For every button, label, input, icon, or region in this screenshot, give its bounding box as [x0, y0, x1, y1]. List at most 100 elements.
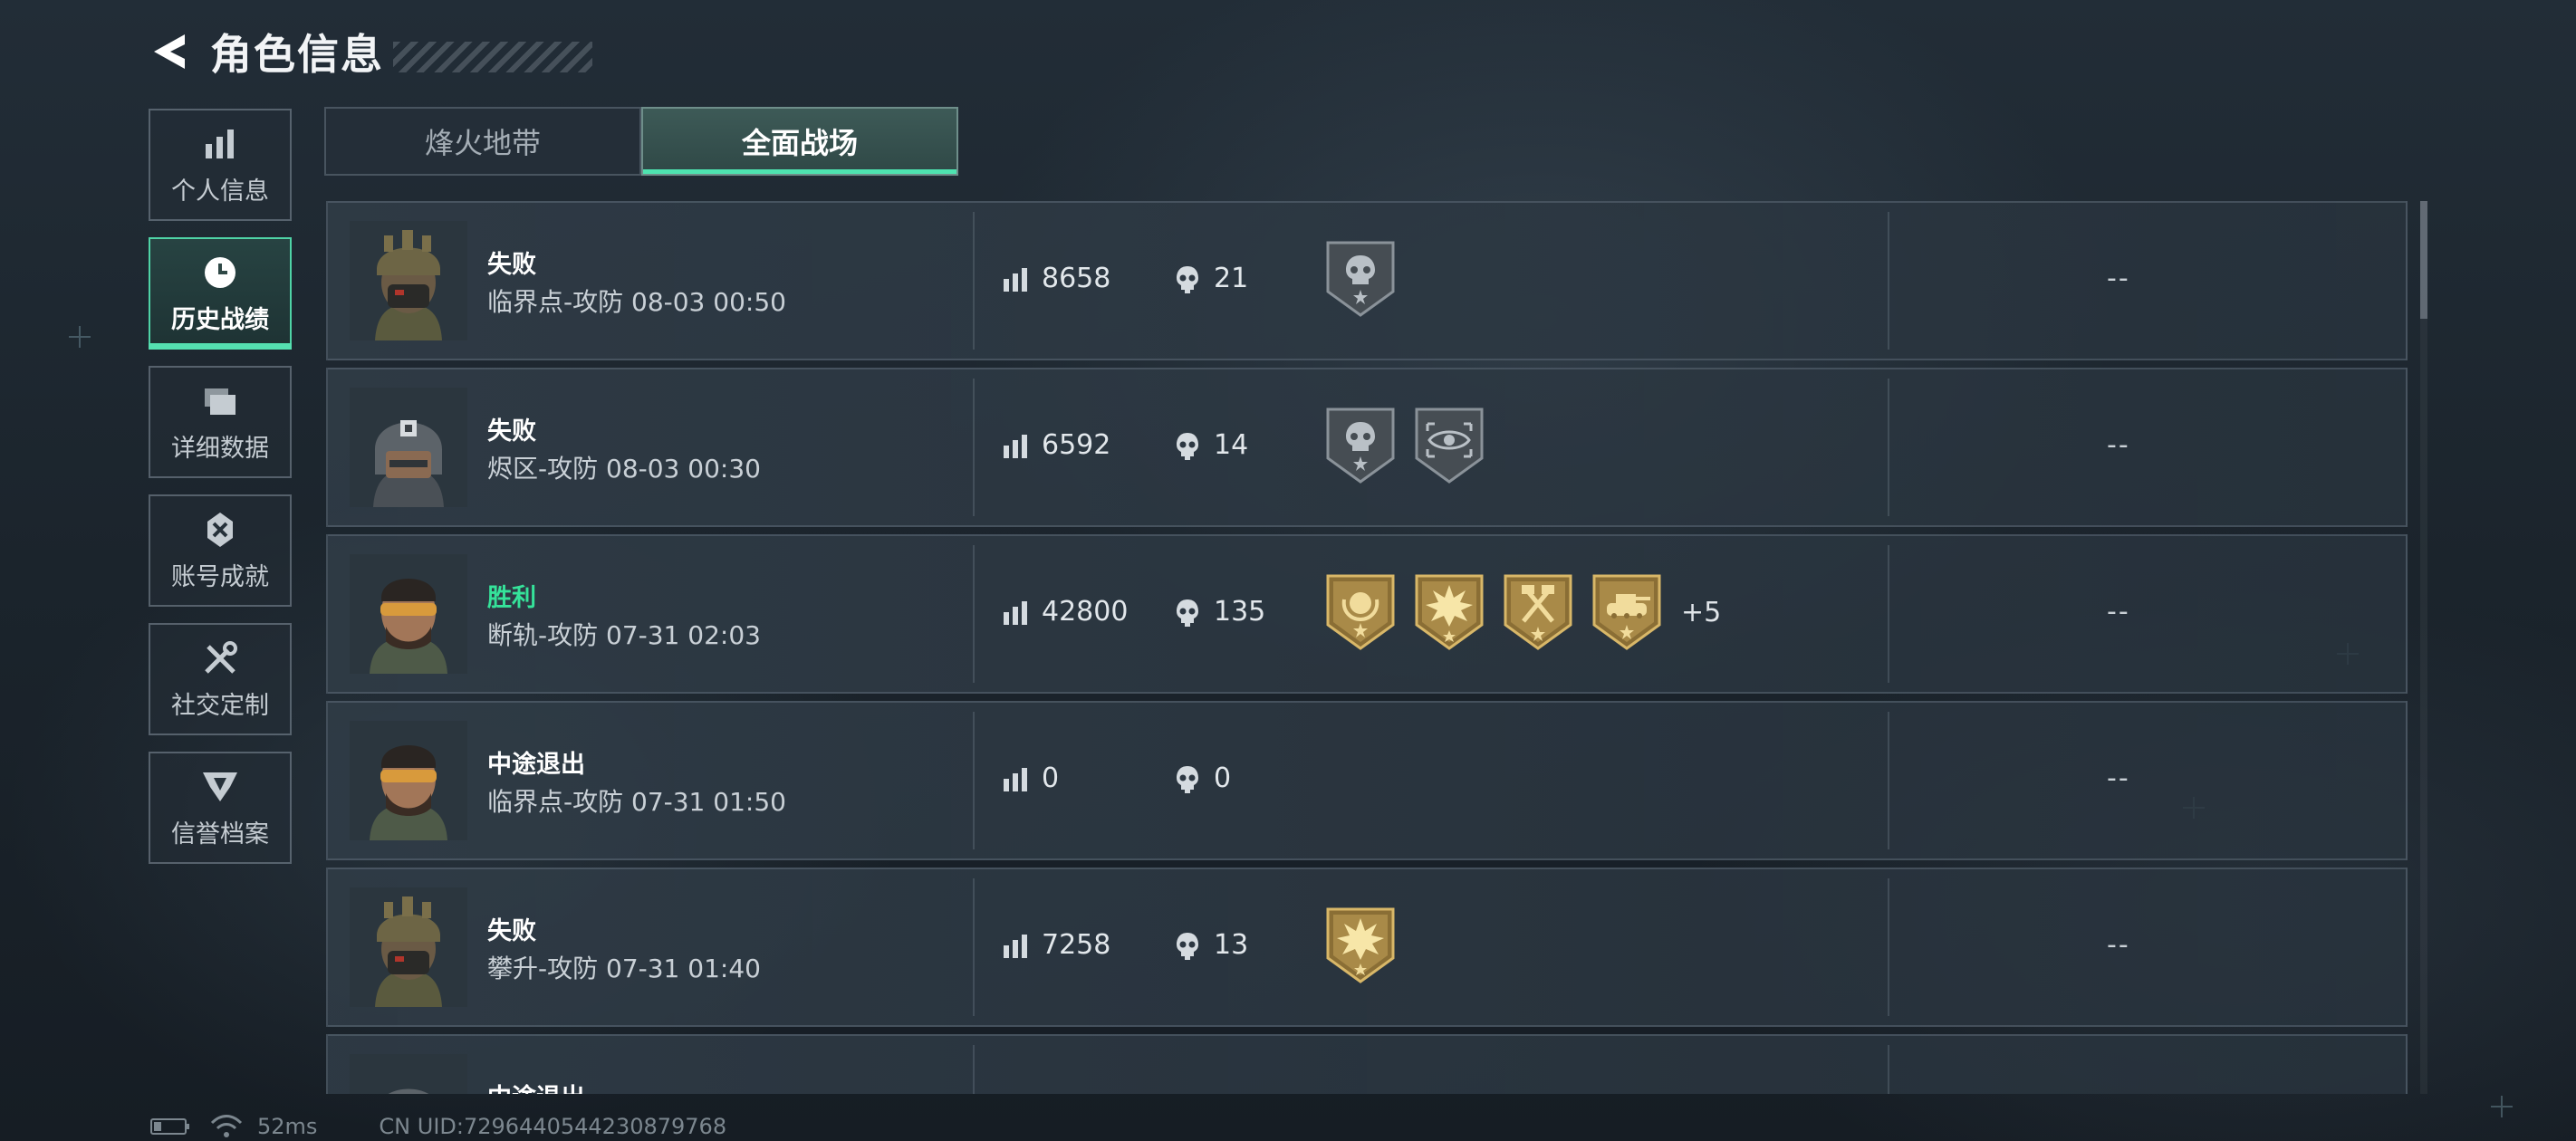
- kills-skull-icon: [1174, 264, 1201, 295]
- sidebar-item-achievements[interactable]: 账号成就: [149, 494, 292, 607]
- operator-avatar: [350, 554, 467, 674]
- sidebar-item-personal-info[interactable]: 个人信息: [149, 109, 292, 221]
- kills-skull-icon: [1174, 931, 1201, 962]
- match-row[interactable]: 失败 临界点-攻防 08-03 00:50 8658 21 --: [326, 201, 2408, 360]
- match-row[interactable]: 胜利 断轨-攻防 07-31 02:03 42800 135 +5 --: [326, 534, 2408, 694]
- status-bar: 52ms CN UID:7296440544230879768: [150, 1114, 726, 1139]
- column-divider: [973, 212, 975, 350]
- sidebar-item-label: 社交定制: [171, 691, 269, 720]
- column-divider: [973, 379, 975, 516]
- medal-list: [1324, 239, 1413, 319]
- match-row[interactable]: 中途退出 临界点-攻防 07-31 01:50 0 0 --: [326, 701, 2408, 860]
- skull-medal-icon[interactable]: [1324, 239, 1397, 319]
- kills-skull-icon: [1174, 431, 1201, 462]
- score-icon: [1002, 766, 1029, 793]
- column-divider: [973, 1045, 975, 1094]
- medal-list: +5: [1324, 572, 1721, 652]
- sidebar-item-label: 个人信息: [171, 177, 269, 206]
- ping-value: 52ms: [257, 1114, 318, 1139]
- folder-icon: [200, 381, 240, 421]
- tools-icon: [200, 638, 240, 678]
- match-map-time: 临界点-攻防 08-03 00:50: [487, 287, 786, 317]
- explosion-medal-icon[interactable]: [1324, 906, 1397, 985]
- match-score: 42800: [1042, 596, 1129, 628]
- list-scrollbar-thumb[interactable]: [2420, 201, 2427, 319]
- tank-medal-icon[interactable]: [1591, 572, 1663, 652]
- match-extra-value: --: [2107, 429, 2130, 461]
- kills-skull-icon: [1174, 598, 1201, 628]
- header: 角色信息: [145, 20, 592, 83]
- column-divider: [1888, 878, 1889, 1016]
- back-arrow-icon[interactable]: [145, 27, 194, 76]
- column-divider: [1888, 545, 1889, 683]
- wifi-icon: [210, 1115, 243, 1137]
- match-history-list[interactable]: 失败 临界点-攻防 08-03 00:50 8658 21 -- 失败 烬区-攻…: [326, 201, 2408, 1094]
- column-divider: [1888, 379, 1889, 516]
- emblem-icon: [200, 767, 240, 807]
- operator-avatar: [350, 887, 467, 1007]
- tab-all-out-war[interactable]: 全面战场: [641, 107, 958, 176]
- tab-warfare-zone[interactable]: 烽火地带: [324, 107, 641, 176]
- match-score: 7258: [1042, 929, 1111, 961]
- title-decoration: [393, 42, 592, 72]
- column-divider: [1888, 212, 1889, 350]
- medal-list: [1324, 406, 1502, 485]
- operator-avatar: [350, 721, 467, 840]
- match-map-time: 临界点-攻防 07-31 01:50: [487, 787, 786, 817]
- wreath-medal-icon[interactable]: [1324, 572, 1397, 652]
- mode-tabs: 烽火地带 全面战场: [324, 107, 958, 176]
- eye-target-medal-icon[interactable]: [1413, 406, 1485, 485]
- match-result: 中途退出: [487, 1078, 585, 1094]
- battery-icon: [150, 1118, 189, 1135]
- match-row[interactable]: 中途退出: [326, 1034, 2408, 1094]
- page-title: 角色信息: [210, 30, 384, 79]
- skull-medal-icon[interactable]: [1324, 406, 1397, 485]
- sidebar-item-social-custom[interactable]: 社交定制: [149, 623, 292, 735]
- match-extra-value: --: [2107, 263, 2130, 294]
- sidebar-item-credit-record[interactable]: 信誉档案: [149, 752, 292, 864]
- column-divider: [1888, 1045, 1889, 1094]
- match-result: 失败: [487, 251, 536, 279]
- match-score: 8658: [1042, 263, 1111, 294]
- match-map-time: 攀升-攻防 07-31 01:40: [487, 954, 761, 983]
- operator-avatar: [350, 388, 467, 507]
- achievement-badge-icon: [200, 510, 240, 550]
- explosion-medal-icon[interactable]: [1413, 572, 1485, 652]
- user-uid: CN UID:7296440544230879768: [379, 1114, 727, 1139]
- match-kills: 14: [1214, 429, 1249, 461]
- sidebar-item-label: 信誉档案: [171, 820, 269, 849]
- match-extra-value: --: [2107, 929, 2130, 961]
- medal-list: [1324, 906, 1413, 985]
- decor-cross: [2491, 1096, 2513, 1117]
- list-scrollbar-track[interactable]: [2420, 201, 2427, 1094]
- sidebar-item-label: 账号成就: [171, 562, 269, 591]
- match-extra-value: --: [2107, 596, 2130, 628]
- match-kills: 13: [1214, 929, 1249, 961]
- match-score: 0: [1042, 762, 1060, 794]
- crossed-tools-medal-icon[interactable]: [1502, 572, 1574, 652]
- sidebar: 个人信息 历史战绩 详细数据 账号成就 社交定制 信誉档案: [149, 109, 293, 880]
- match-map-time: 断轨-攻防 07-31 02:03: [487, 620, 761, 650]
- column-divider: [973, 545, 975, 683]
- match-kills: 135: [1214, 596, 1266, 628]
- column-divider: [973, 712, 975, 849]
- sidebar-item-label: 历史战绩: [171, 305, 269, 334]
- match-kills: 21: [1214, 263, 1249, 294]
- match-row[interactable]: 失败 攀升-攻防 07-31 01:40 7258 13 --: [326, 868, 2408, 1027]
- sidebar-item-detailed-data[interactable]: 详细数据: [149, 366, 292, 478]
- match-row[interactable]: 失败 烬区-攻防 08-03 00:30 6592 14 --: [326, 368, 2408, 527]
- sidebar-item-match-history[interactable]: 历史战绩: [149, 237, 292, 350]
- score-icon: [1002, 433, 1029, 460]
- match-result: 失败: [487, 917, 536, 945]
- sidebar-item-label: 详细数据: [171, 434, 269, 463]
- operator-avatar: [350, 1054, 467, 1094]
- kills-skull-icon: [1174, 764, 1201, 795]
- match-kills: 0: [1214, 762, 1232, 794]
- score-icon: [1002, 933, 1029, 960]
- match-result: 中途退出: [487, 751, 585, 779]
- score-icon: [1002, 266, 1029, 293]
- clock-history-icon: [200, 253, 240, 292]
- score-icon: [1002, 599, 1029, 627]
- more-medals-count[interactable]: +5: [1681, 597, 1721, 628]
- bar-chart-icon: [200, 124, 240, 164]
